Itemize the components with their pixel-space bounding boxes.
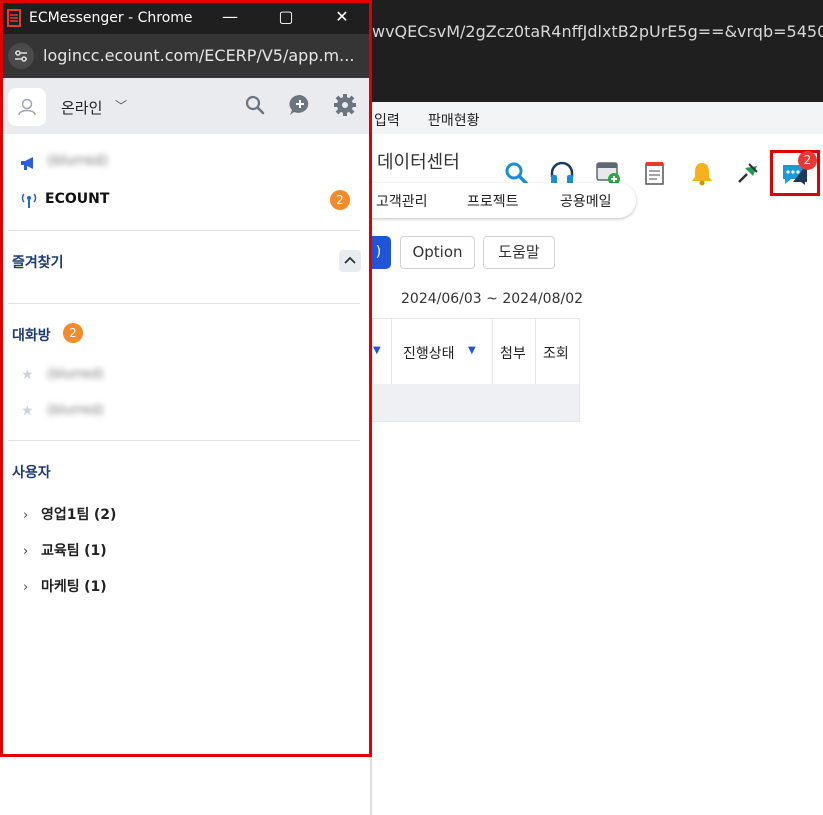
group-marketing[interactable]: › 마케팅 (1) — [23, 576, 107, 596]
menu-item-sales-status[interactable]: 판매현황 — [428, 110, 480, 130]
avatar[interactable] — [8, 88, 46, 126]
favorites-title: 즐겨찾기 — [12, 255, 64, 271]
maximize-icon[interactable]: ▢ — [274, 7, 298, 26]
messenger-header: 온라인 ﹀ — [3, 78, 369, 134]
antenna-icon — [21, 193, 37, 208]
result-table: ▼ 진행상태 ▼ 첨부 조회 — [372, 318, 580, 422]
chevron-up-icon — [344, 256, 356, 264]
column-status[interactable]: 진행상태 — [403, 343, 455, 363]
group-sales-team-1[interactable]: › 영업1팀 (2) — [23, 504, 116, 524]
table-row[interactable] — [372, 384, 580, 422]
chat-badge: 2 — [798, 151, 817, 170]
page-title: 데이터센터 — [377, 152, 460, 173]
notice-item[interactable]: (blurred) — [47, 153, 108, 169]
group-education[interactable]: › 교육팀 (1) — [23, 540, 107, 560]
date-range: 2024/06/03 ~ 2024/08/02 — [401, 291, 584, 307]
room-item[interactable]: (blurred) — [47, 403, 104, 418]
app-logo-icon — [7, 9, 21, 27]
notice-ecount[interactable]: ECOUNT — [45, 191, 109, 207]
room-item[interactable]: (blurred) — [47, 367, 104, 382]
site-settings-icon[interactable] — [8, 43, 34, 69]
notepad-icon[interactable] — [642, 160, 668, 186]
divider — [8, 230, 360, 231]
search-icon[interactable] — [243, 93, 267, 117]
tab-shared-mail[interactable]: 공용메일 — [560, 191, 612, 211]
menu-item-input[interactable]: 입력 — [374, 110, 400, 130]
chevron-right-icon: › — [23, 580, 29, 595]
popup-titlebar: ECMessenger - Chrome — ▢ ✕ — [3, 3, 369, 34]
option-button[interactable]: Option — [400, 236, 475, 269]
column-views[interactable]: 조회 — [543, 343, 569, 363]
rooms-title: 대화방 — [12, 328, 51, 344]
new-chat-icon[interactable] — [288, 93, 312, 117]
gear-icon[interactable] — [333, 93, 357, 117]
sort-icon[interactable]: ▼ — [468, 345, 476, 356]
favorites-collapse-button[interactable] — [339, 250, 361, 272]
chevron-down-icon[interactable]: ﹀ — [115, 97, 127, 114]
messenger-popup: ECMessenger - Chrome — ▢ ✕ logincc.ecoun… — [0, 0, 372, 757]
star-icon[interactable]: ★ — [21, 367, 34, 383]
megaphone-icon — [21, 157, 33, 170]
divider — [8, 303, 360, 304]
status-dropdown[interactable]: 온라인 — [61, 97, 102, 118]
divider — [8, 440, 360, 441]
column-attachment[interactable]: 첨부 — [500, 343, 526, 363]
tab-customer[interactable]: 고객관리 — [376, 191, 428, 211]
tab-bar: 고객관리 프로젝트 공용메일 — [366, 183, 636, 218]
sort-icon[interactable]: ▼ — [373, 345, 381, 356]
users-title: 사용자 — [12, 465, 51, 481]
background-url[interactable]: wvQECsvM/2gZcz0taR4nffJdlxtB2pUrE5g==&vr… — [372, 22, 823, 41]
chevron-right-icon: › — [23, 544, 29, 559]
user-icon — [18, 98, 36, 116]
background-menu-bar: 입력 판매현황 — [372, 102, 823, 134]
notice-badge: 2 — [330, 190, 350, 210]
table-header: ▼ 진행상태 ▼ 첨부 조회 — [372, 318, 580, 385]
chevron-right-icon: › — [23, 508, 29, 523]
popup-url[interactable]: logincc.ecount.com/ECERP/V5/app.m... — [43, 46, 354, 65]
rooms-badge: 2 — [63, 323, 83, 343]
bell-icon[interactable] — [689, 160, 715, 186]
star-icon[interactable]: ★ — [21, 403, 34, 419]
window-title: ECMessenger - Chrome — [29, 10, 193, 26]
close-icon[interactable]: ✕ — [330, 7, 354, 26]
minimize-icon[interactable]: — — [218, 7, 242, 26]
tab-project[interactable]: 프로젝트 — [467, 191, 519, 211]
help-button[interactable]: 도움말 — [483, 236, 555, 269]
popup-address-bar: logincc.ecount.com/ECERP/V5/app.m... — [3, 34, 369, 78]
pin-icon[interactable] — [735, 160, 761, 186]
